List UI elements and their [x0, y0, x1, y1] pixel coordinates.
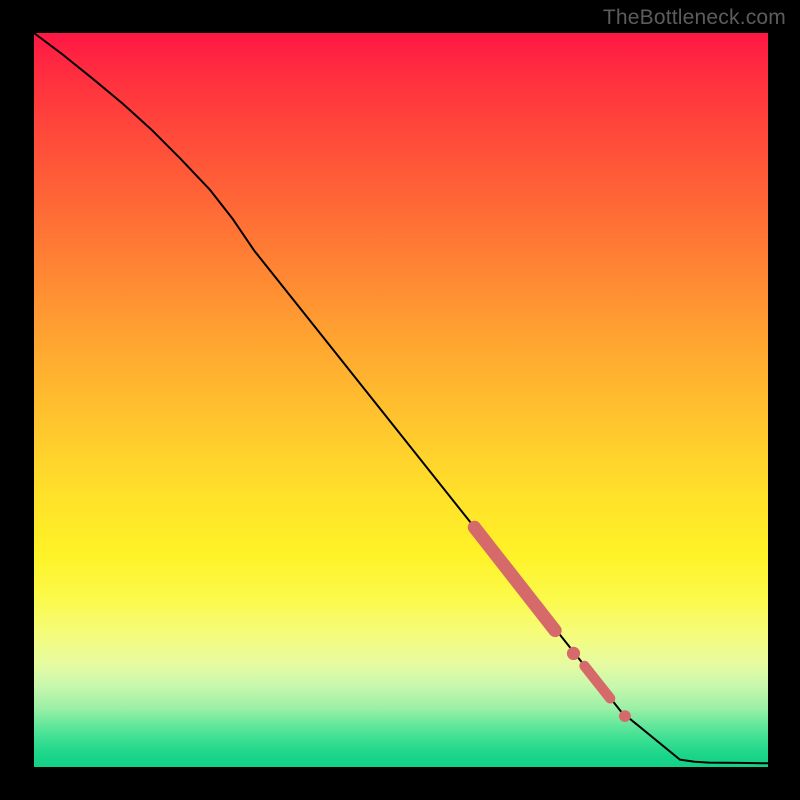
chart-overlay	[34, 33, 768, 767]
curve-line	[34, 33, 768, 763]
marker-seg1	[474, 527, 555, 630]
watermark-text: TheBottleneck.com	[603, 6, 786, 30]
marker-dot2	[619, 710, 631, 722]
marker-dot1	[567, 647, 580, 660]
marker-seg2	[585, 666, 611, 699]
chart-stage: TheBottleneck.com	[0, 0, 800, 800]
markers-group	[474, 527, 630, 722]
